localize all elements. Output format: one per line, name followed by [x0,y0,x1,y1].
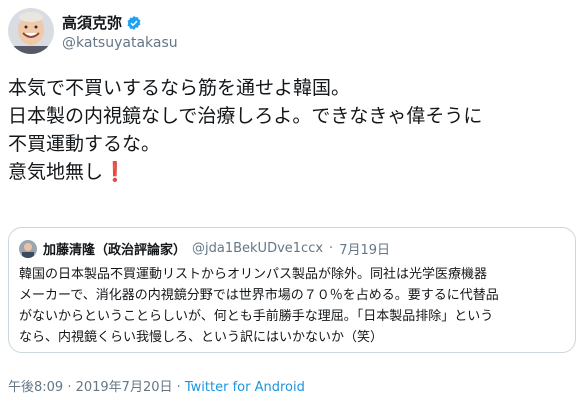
tweet-line: 日本製の内視鏡なしで治療しろよ。できなきゃ偉そうに [8,105,483,127]
tweet-line: 意気地無し [8,161,104,183]
tweet-line-last: 意気地無し❗ [8,158,578,186]
tweet-footer: 午後8:09 · 2019年7月20日 · Twitter for Androi… [8,376,305,395]
tweet-line: 本気で不買いするなら筋を通せよ韓国。 [8,77,351,99]
quoted-line: なら、内視鏡くらい我慢しろ、という訳にはいかないか（笑） [19,330,384,345]
quoted-tweet-card[interactable]: 加藤清隆（政治評論家） @jda1BekUDve1ccx · 7月19日 韓国の… [8,227,576,353]
quoted-author-handle: @jda1BekUDve1ccx [192,241,324,256]
quoted-tweet-text: 韓国の日本製品不買運動リストからオリンパス製品が除外。同社は光学医療機器 メーカ… [19,264,567,348]
quoted-line: がないからということらしいが、何とも手前勝手な理屈。「日本製品排除」という [19,309,494,324]
quoted-tweet-header: 加藤清隆（政治評論家） @jda1BekUDve1ccx · 7月19日 [19,239,390,258]
tweet-line: 不買運動するな。 [8,133,161,155]
tweet-text: 本気で不買いするなら筋を通せよ韓国。 日本製の内視鏡なしで治療しろよ。できなきゃ… [8,74,578,186]
quoted-date: 7月19日 [339,243,391,258]
quoted-separator: · [329,241,334,256]
quoted-author-name: 加藤清隆（政治評論家） [43,243,187,258]
quoted-line: メーカーで、消化器の内視鏡分野では世界市場の７０％を占める。要するに代替品 [19,288,499,303]
exclamation-emoji: ❗ [103,161,127,183]
quoted-line: 韓国の日本製品不買運動リストからオリンパス製品が除外。同社は光学医療機器 [19,267,488,282]
author-avatar[interactable] [8,8,54,54]
verified-badge-icon [127,15,141,30]
tweet-timestamp[interactable]: 午後8:09 · 2019年7月20日 · [8,380,185,395]
tweet-source-link[interactable]: Twitter for Android [185,380,305,395]
quoted-author-avatar [19,239,37,258]
author-handle[interactable]: @katsuyatakasu [62,35,178,51]
author-name-row: 高須克弥 [62,12,142,33]
author-display-name[interactable]: 高須克弥 [62,12,122,33]
